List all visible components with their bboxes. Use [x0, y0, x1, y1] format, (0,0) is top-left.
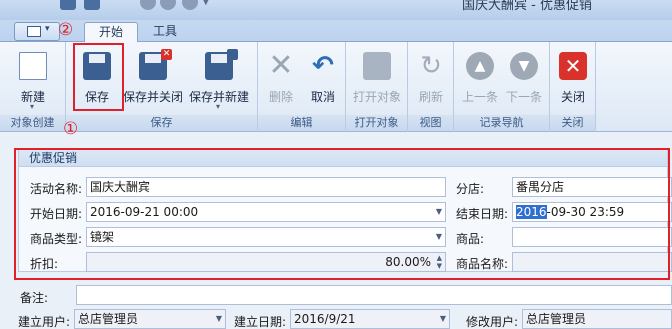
group-label-edit: 编辑	[258, 115, 345, 131]
quick-refresh-icon[interactable]	[182, 0, 198, 10]
group-label-object-create: 对象创建	[0, 115, 65, 131]
refresh-icon: ↻	[420, 51, 442, 81]
window-title: 国庆大酬宾 - 优惠促销	[462, 0, 592, 13]
created-date-field: 2016/9/21 ▼	[290, 309, 450, 329]
annotation-1: ①	[63, 119, 79, 139]
delete-button-label: 删除	[268, 90, 293, 104]
title-bar: ↶ ↷ ▼ 国庆大酬宾 - 优惠促销	[0, 0, 672, 20]
quick-back-icon[interactable]	[140, 0, 156, 10]
save-close-icon: ✕	[139, 49, 172, 80]
save-highlight-box	[73, 43, 124, 111]
quick-redo-icon[interactable]: ↷	[122, 0, 138, 7]
tab-tools[interactable]: 工具	[138, 22, 192, 43]
quick-save-icon[interactable]	[84, 0, 100, 10]
chevron-down-icon: ▼	[215, 314, 222, 323]
created-by-value: 总店管理员	[78, 312, 139, 326]
new-dropdown-icon[interactable]: ▾	[30, 102, 34, 111]
annotation-2: ②	[58, 20, 74, 40]
refresh-button-label: 刷新	[418, 90, 443, 104]
open-object-label: 打开对象	[352, 90, 401, 104]
ribbon-group-object-create: 新建 ▾ 对象创建	[0, 42, 66, 132]
previous-record-label: 上一条	[461, 90, 498, 104]
modified-by-field: 总店管理员	[522, 309, 672, 329]
next-record-label: 下一条	[505, 90, 542, 104]
group-label-record-nav: 记录导航	[454, 115, 549, 131]
tab-start[interactable]: 开始	[84, 22, 138, 43]
ribbon-tab-strip: ▾ 开始 工具	[0, 20, 672, 43]
arrow-down-icon: ▼	[510, 52, 538, 80]
ribbon-group-view: ↻ 刷新 视图	[408, 42, 454, 132]
save-new-icon	[205, 49, 238, 80]
close-button[interactable]: ✕ 关闭	[552, 46, 594, 110]
quick-undo-icon[interactable]: ↶	[104, 0, 120, 7]
delete-button[interactable]: ✕ 删除	[260, 46, 302, 110]
open-object-icon	[363, 52, 391, 80]
open-object-button[interactable]: 打开对象	[348, 46, 406, 110]
chevron-down-icon: ▾	[45, 24, 50, 34]
remarks-label: 备注:	[20, 291, 49, 305]
new-button[interactable]: 新建 ▾	[8, 46, 58, 111]
ribbon-group-edit: ✕ 删除 ↶ 取消 编辑	[258, 42, 346, 132]
created-date-value: 2016/9/21	[294, 312, 356, 326]
close-button-label: 关闭	[560, 90, 585, 104]
cancel-button[interactable]: ↶ 取消	[302, 46, 344, 110]
remarks-field[interactable]	[76, 285, 672, 305]
created-by-field: 总店管理员 ▼	[74, 309, 226, 329]
save-and-new-button[interactable]: 保存并新建 ▾	[187, 46, 251, 111]
application-menu-icon	[27, 26, 41, 37]
save-new-dropdown-icon[interactable]: ▾	[216, 102, 220, 111]
application-menu-button[interactable]: ▾	[14, 22, 60, 41]
group-label-open-object: 打开对象	[346, 115, 407, 131]
new-document-icon	[19, 52, 47, 80]
group-label-close: 关闭	[550, 115, 595, 131]
quick-access-dropdown-icon[interactable]: ▼	[202, 0, 218, 12]
refresh-button[interactable]: ↻ 刷新	[410, 46, 452, 110]
save-and-close-label: 保存并关闭	[122, 90, 183, 104]
group-label-save: 保存	[66, 115, 257, 131]
undo-icon: ↶	[312, 51, 334, 81]
ribbon-group-record-nav: ▲ 上一条 ▼ 下一条 记录导航	[454, 42, 550, 132]
ribbon-group-open-object: 打开对象 打开对象	[346, 42, 408, 132]
app-icon	[60, 0, 76, 10]
modified-by-value: 总店管理员	[526, 312, 587, 326]
form-highlight-box	[14, 148, 670, 280]
next-record-button[interactable]: ▼ 下一条	[502, 46, 546, 110]
created-date-label: 建立日期:	[234, 315, 287, 329]
previous-record-button[interactable]: ▲ 上一条	[458, 46, 502, 110]
quick-forward-icon[interactable]	[160, 0, 176, 10]
chevron-down-icon: ▼	[439, 314, 446, 323]
group-label-view: 视图	[408, 115, 453, 131]
created-by-label: 建立用户:	[18, 315, 71, 329]
modified-by-label: 修改用户:	[466, 315, 519, 329]
arrow-up-icon: ▲	[466, 52, 494, 80]
delete-icon: ✕	[268, 48, 294, 83]
save-and-close-button[interactable]: ✕ 保存并关闭	[121, 46, 185, 110]
close-icon: ✕	[559, 52, 587, 80]
cancel-button-label: 取消	[310, 90, 335, 104]
ribbon-group-close: ✕ 关闭 关闭	[550, 42, 596, 132]
